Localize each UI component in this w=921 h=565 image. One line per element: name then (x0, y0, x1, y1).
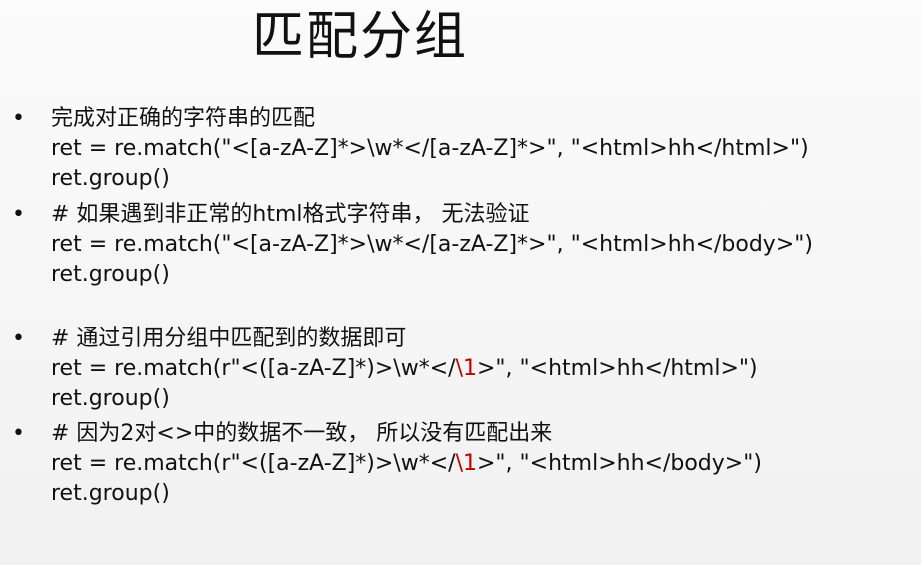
code-call-line: ret.group() (51, 481, 170, 506)
backreference: \1 (455, 356, 477, 381)
bullet-heading: # 如果遇到非正常的html格式字符串， 无法验证 (51, 202, 530, 227)
code-line: ret = re.match(r"<([a-zA-Z]*)>\w*</\1>",… (51, 449, 911, 479)
bullet-text: # 因为2对<>中的数据不一致， 所以没有匹配出来 ret = re.match… (51, 419, 911, 509)
code-suffix: >", "<html>hh</html>") (476, 356, 758, 381)
backreference: \1 (455, 451, 477, 476)
bullet-text: # 如果遇到非正常的html格式字符串， 无法验证 ret = re.match… (51, 200, 911, 290)
code-line: ret = re.match("<[a-zA-Z]*>\w*</[a-zA-Z]… (51, 232, 813, 257)
slide: 匹配分组 • 完成对正确的字符串的匹配 ret = re.match("<[a-… (0, 0, 921, 565)
bullet-dot: • (12, 106, 25, 131)
bullet-heading: 完成对正确的字符串的匹配 (51, 106, 316, 131)
code-line: ret = re.match("<[a-zA-Z]*>\w*</[a-zA-Z]… (51, 136, 809, 161)
bullet-text: # 通过引用分组中匹配到的数据即可 ret = re.match(r"<([a-… (51, 324, 911, 414)
bullet-dot: • (12, 421, 25, 446)
code-call-line: ret.group() (51, 262, 170, 287)
code-prefix: ret = re.match(r"<([a-zA-Z]*)>\w*</ (51, 356, 456, 381)
slide-title: 匹配分组 (252, 7, 469, 67)
code-call-line: ret.group() (51, 166, 170, 191)
bullet-heading: # 通过引用分组中匹配到的数据即可 (51, 326, 407, 351)
code-suffix: >", "<html>hh</body>") (476, 451, 762, 476)
bullet-dot: • (12, 326, 25, 351)
code-prefix: ret = re.match(r"<([a-zA-Z]*)>\w*</ (51, 451, 456, 476)
bullet-dot: • (12, 202, 25, 227)
bullet-heading: # 因为2对<>中的数据不一致， 所以没有匹配出来 (51, 421, 553, 446)
bullet-text: 完成对正确的字符串的匹配 ret = re.match("<[a-zA-Z]*>… (51, 104, 911, 194)
code-line: ret = re.match(r"<([a-zA-Z]*)>\w*</\1>",… (51, 354, 911, 384)
code-call-line: ret.group() (51, 386, 170, 411)
